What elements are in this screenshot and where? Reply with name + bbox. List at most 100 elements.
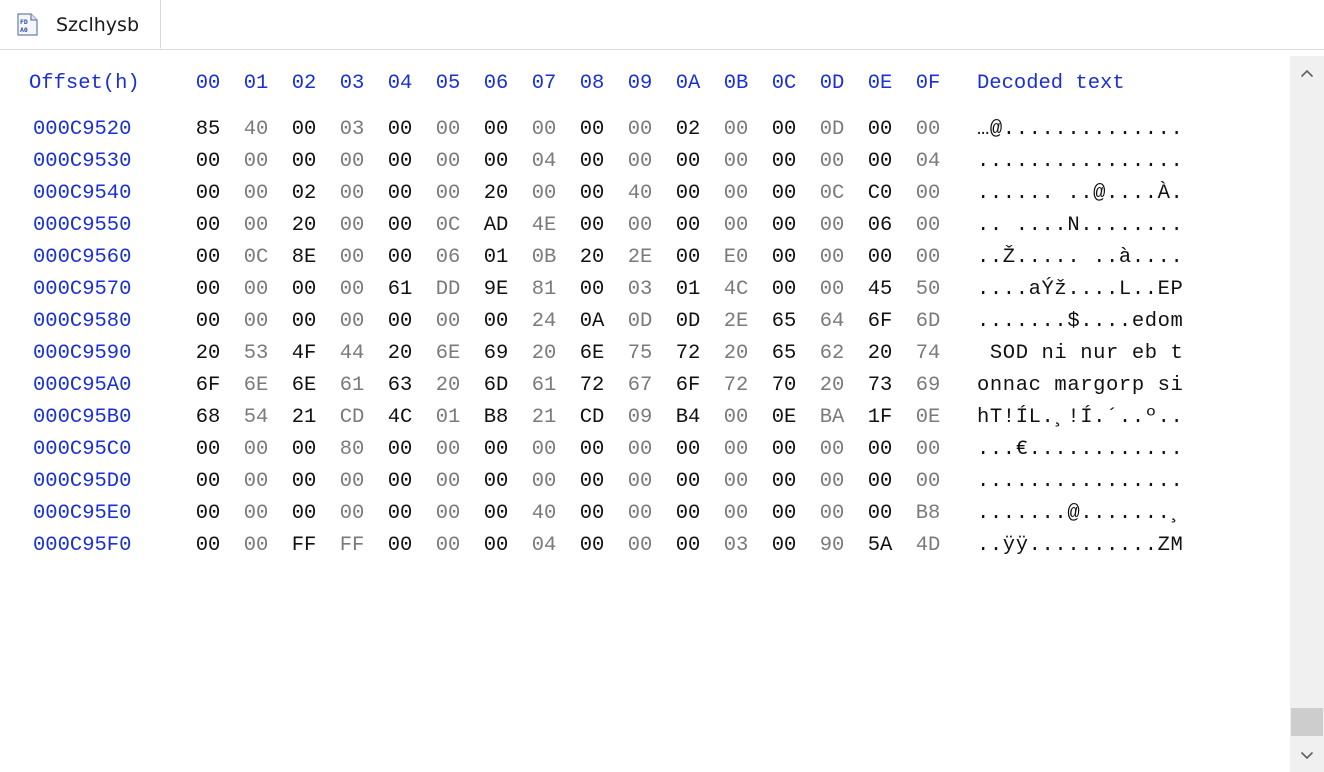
hex-byte[interactable]: 00 xyxy=(190,146,226,178)
hex-byte[interactable]: 45 xyxy=(862,274,898,306)
hex-byte[interactable]: 75 xyxy=(622,338,658,370)
hex-byte[interactable]: 20 xyxy=(190,338,226,370)
decoded-text[interactable]: ..ÿÿ..........ZM xyxy=(977,530,1183,562)
decoded-text[interactable]: ................ xyxy=(977,146,1183,178)
hex-byte[interactable]: 00 xyxy=(190,466,226,498)
scroll-thumb[interactable] xyxy=(1291,708,1323,736)
hex-byte[interactable]: 20 xyxy=(478,178,514,210)
decoded-text[interactable]: ...€............ xyxy=(977,434,1183,466)
hex-byte[interactable]: 00 xyxy=(814,274,850,306)
hex-grid[interactable]: Offset(h) Decoded text 00 01 02 03 04 05 06 07 0… xyxy=(0,50,1290,772)
hex-byte[interactable]: 00 xyxy=(622,146,658,178)
hex-byte[interactable]: 00 xyxy=(334,498,370,530)
hex-byte[interactable]: 00 xyxy=(382,306,418,338)
hex-byte[interactable]: CD xyxy=(334,402,370,434)
hex-byte[interactable]: 4C xyxy=(382,402,418,434)
hex-byte[interactable]: 00 xyxy=(430,306,466,338)
hex-byte[interactable]: 80 xyxy=(334,434,370,466)
hex-byte[interactable]: 00 xyxy=(766,178,802,210)
hex-byte[interactable]: 00 xyxy=(670,210,706,242)
hex-byte[interactable]: 00 xyxy=(382,210,418,242)
hex-byte[interactable]: 00 xyxy=(814,498,850,530)
hex-byte[interactable]: 00 xyxy=(766,146,802,178)
hex-byte[interactable]: 00 xyxy=(574,114,610,146)
hex-byte[interactable]: 00 xyxy=(430,530,466,562)
hex-byte[interactable]: 40 xyxy=(622,178,658,210)
hex-byte[interactable]: 00 xyxy=(334,178,370,210)
hex-byte[interactable]: 00 xyxy=(574,210,610,242)
hex-byte[interactable]: 0D xyxy=(670,306,706,338)
hex-byte[interactable]: 20 xyxy=(382,338,418,370)
hex-byte[interactable]: 00 xyxy=(766,498,802,530)
hex-byte[interactable]: 69 xyxy=(910,370,946,402)
hex-byte[interactable]: 0E xyxy=(910,402,946,434)
hex-byte[interactable]: 00 xyxy=(766,210,802,242)
hex-byte[interactable]: 00 xyxy=(814,466,850,498)
decoded-text[interactable]: .......$....edom xyxy=(977,306,1183,338)
hex-byte[interactable]: 00 xyxy=(190,498,226,530)
hex-byte[interactable]: 00 xyxy=(862,114,898,146)
hex-byte[interactable]: 00 xyxy=(238,530,274,562)
hex-byte[interactable]: 00 xyxy=(190,210,226,242)
hex-byte[interactable]: 40 xyxy=(238,114,274,146)
hex-byte[interactable]: 00 xyxy=(622,434,658,466)
hex-byte[interactable]: 00 xyxy=(286,498,322,530)
hex-byte[interactable]: 00 xyxy=(478,306,514,338)
hex-byte[interactable]: 00 xyxy=(478,114,514,146)
hex-byte[interactable]: 20 xyxy=(286,210,322,242)
decoded-text[interactable]: ..Ž..... ..à.... xyxy=(977,242,1183,274)
hex-byte[interactable]: DD xyxy=(430,274,466,306)
hex-byte[interactable]: 00 xyxy=(238,306,274,338)
hex-byte[interactable]: 00 xyxy=(334,466,370,498)
hex-byte[interactable]: 09 xyxy=(622,402,658,434)
hex-byte[interactable]: 00 xyxy=(286,114,322,146)
scroll-down-button[interactable] xyxy=(1290,738,1324,772)
hex-byte[interactable]: 00 xyxy=(238,434,274,466)
hex-byte[interactable]: 0A xyxy=(574,306,610,338)
hex-byte[interactable]: 00 xyxy=(430,434,466,466)
hex-byte[interactable]: 00 xyxy=(382,498,418,530)
hex-byte[interactable]: E0 xyxy=(718,242,754,274)
hex-byte[interactable]: 00 xyxy=(862,146,898,178)
hex-byte[interactable]: 00 xyxy=(286,306,322,338)
hex-byte[interactable]: 00 xyxy=(382,146,418,178)
hex-byte[interactable]: 00 xyxy=(238,274,274,306)
hex-byte[interactable]: 24 xyxy=(526,306,562,338)
hex-byte[interactable]: 00 xyxy=(286,434,322,466)
hex-byte[interactable]: 00 xyxy=(718,402,754,434)
hex-byte[interactable]: 00 xyxy=(766,466,802,498)
hex-byte[interactable]: 00 xyxy=(574,274,610,306)
hex-byte[interactable]: 4C xyxy=(718,274,754,306)
hex-byte[interactable]: 04 xyxy=(526,146,562,178)
hex-byte[interactable]: 00 xyxy=(670,530,706,562)
hex-byte[interactable]: 72 xyxy=(670,338,706,370)
hex-byte[interactable]: 00 xyxy=(718,210,754,242)
hex-byte[interactable]: 00 xyxy=(766,274,802,306)
hex-byte[interactable]: 01 xyxy=(478,242,514,274)
decoded-text[interactable]: ...... ..@....À. xyxy=(977,178,1183,210)
hex-byte[interactable]: 8E xyxy=(286,242,322,274)
hex-byte[interactable]: BA xyxy=(814,402,850,434)
hex-byte[interactable]: 00 xyxy=(382,530,418,562)
hex-byte[interactable]: 00 xyxy=(574,178,610,210)
hex-byte[interactable]: 00 xyxy=(238,466,274,498)
hex-byte[interactable]: 2E xyxy=(718,306,754,338)
hex-byte[interactable]: 64 xyxy=(814,306,850,338)
hex-byte[interactable]: 00 xyxy=(574,466,610,498)
hex-byte[interactable]: 9E xyxy=(478,274,514,306)
hex-byte[interactable]: 63 xyxy=(382,370,418,402)
hex-byte[interactable]: 67 xyxy=(622,370,658,402)
hex-byte[interactable]: 00 xyxy=(286,274,322,306)
hex-byte[interactable]: 20 xyxy=(574,242,610,274)
hex-byte[interactable]: 00 xyxy=(766,434,802,466)
hex-byte[interactable]: 00 xyxy=(670,434,706,466)
hex-byte[interactable]: 00 xyxy=(670,242,706,274)
hex-byte[interactable]: 00 xyxy=(430,466,466,498)
hex-byte[interactable]: 90 xyxy=(814,530,850,562)
hex-byte[interactable]: 00 xyxy=(478,498,514,530)
hex-byte[interactable]: 06 xyxy=(430,242,466,274)
hex-byte[interactable]: 00 xyxy=(430,498,466,530)
hex-byte[interactable]: 00 xyxy=(382,466,418,498)
hex-byte[interactable]: AD xyxy=(478,210,514,242)
hex-byte[interactable]: 00 xyxy=(670,146,706,178)
